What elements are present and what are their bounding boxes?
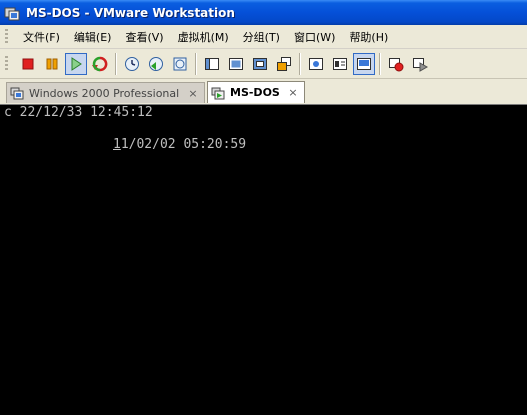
vmware-app-icon[interactable] (4, 5, 20, 21)
toolbar-separator (299, 52, 301, 75)
tab-ms-dos[interactable]: MS-DOS × (207, 81, 305, 103)
console-view-icon (333, 57, 347, 70)
console-line-2-text: 1/02/02 05:20:59 (120, 137, 247, 152)
pause-icon (46, 58, 58, 69)
sidebar-icon (205, 57, 219, 70)
close-tab-icon[interactable]: × (286, 86, 300, 99)
reset-button[interactable] (89, 53, 111, 75)
power-on-button[interactable] (65, 52, 87, 75)
take-snapshot-button[interactable] (121, 53, 143, 75)
suspend-button[interactable] (41, 53, 63, 75)
title-bar[interactable]: MS-DOS - VMware Workstation (0, 0, 527, 25)
menu-edit[interactable]: 编辑(E) (67, 29, 119, 45)
vmware-window: MS-DOS - VMware Workstation 文件(F) 编辑(E) … (0, 0, 527, 415)
console-line-2: 11/02/02 05:20:59 (113, 138, 246, 152)
quick-switch-icon (229, 57, 243, 70)
toolbar-grip[interactable] (5, 55, 8, 72)
toolbar-separator (379, 52, 381, 75)
summary-icon (309, 57, 323, 70)
revert-snapshot-icon (149, 56, 163, 71)
console-view-button[interactable] (329, 53, 351, 75)
replay-button[interactable] (409, 53, 431, 75)
record-icon (389, 57, 404, 71)
reset-icon (92, 56, 108, 71)
toolbar-separator (195, 52, 197, 75)
replay-icon (413, 57, 428, 72)
snapshot-manager-button[interactable] (169, 53, 191, 75)
quick-switch-button[interactable] (225, 53, 247, 75)
snapshot-manager-icon (173, 57, 187, 70)
fullscreen-icon (253, 57, 267, 70)
revert-snapshot-button[interactable] (145, 53, 167, 75)
snapshot-icon (125, 56, 139, 71)
close-tab-icon[interactable]: × (186, 87, 200, 100)
menu-vm[interactable]: 虚拟机(M) (171, 29, 236, 45)
vm-running-icon (211, 87, 225, 99)
power-off-button[interactable] (17, 53, 39, 75)
tab-windows-2000[interactable]: Windows 2000 Professional × (6, 82, 205, 103)
menu-bar: 文件(F) 编辑(E) 查看(V) 虚拟机(M) 分组(T) 窗口(W) 帮助(… (0, 25, 527, 49)
unity-button[interactable] (273, 53, 295, 75)
menu-grip[interactable] (5, 28, 8, 45)
tab-label: MS-DOS (230, 86, 280, 99)
thumbnail-icon (357, 57, 371, 70)
window-title: MS-DOS - VMware Workstation (26, 5, 235, 20)
menu-view[interactable]: 查看(V) (118, 29, 170, 45)
vm-icon (10, 87, 24, 100)
tab-bar: Windows 2000 Professional × MS-DOS × (0, 79, 527, 104)
summary-view-button[interactable] (305, 53, 327, 75)
menu-team[interactable]: 分组(T) (236, 29, 287, 45)
menu-window[interactable]: 窗口(W) (287, 29, 342, 45)
toolbar-separator (115, 52, 117, 75)
vm-console-screen[interactable]: c 22/12/33 12:45:12 11/02/02 05:20:59 (0, 104, 527, 415)
menu-file[interactable]: 文件(F) (16, 29, 67, 45)
stop-icon (22, 58, 34, 69)
full-screen-button[interactable] (249, 53, 271, 75)
toolbar (0, 49, 527, 79)
thumbnail-view-button[interactable] (353, 52, 375, 75)
text-cursor: 1 (113, 137, 121, 152)
tab-label: Windows 2000 Professional (29, 86, 180, 100)
play-icon (71, 56, 82, 71)
show-sidebar-button[interactable] (201, 53, 223, 75)
unity-icon (277, 56, 291, 71)
menu-help[interactable]: 帮助(H) (342, 29, 395, 45)
console-line-1: c 22/12/33 12:45:12 (4, 105, 153, 120)
record-button[interactable] (385, 53, 407, 75)
